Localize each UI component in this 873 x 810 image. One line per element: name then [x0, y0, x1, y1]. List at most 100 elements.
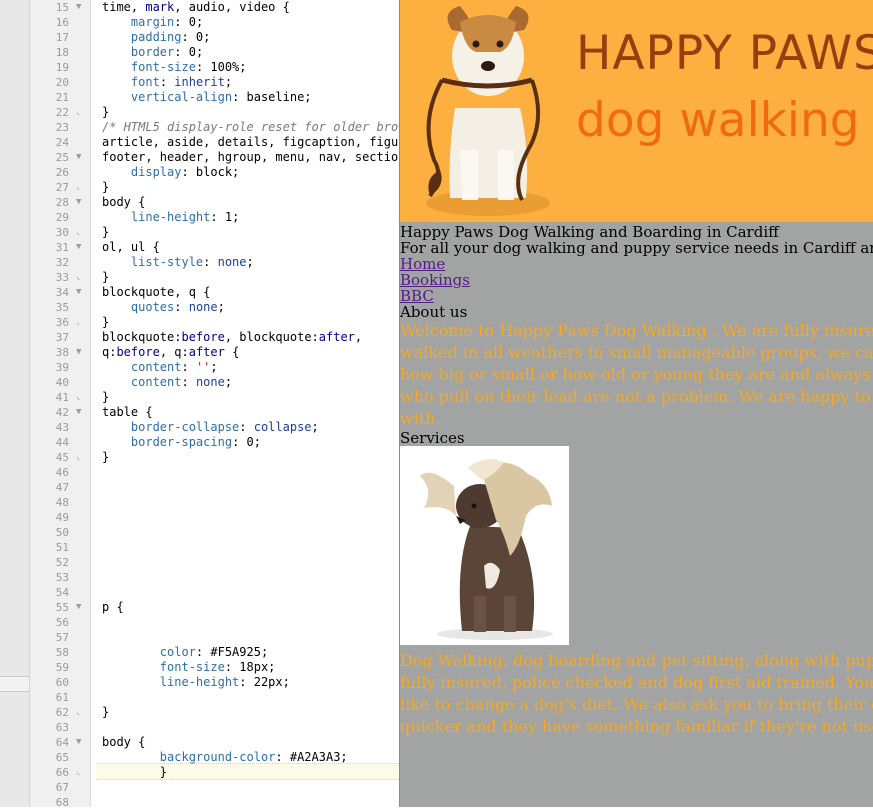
gutter-row: 66 ⌞ — [30, 765, 90, 780]
code-line[interactable]: body { — [102, 195, 145, 210]
code-token: : 18px; — [224, 660, 276, 674]
code-token: none — [188, 300, 218, 314]
code-token: , — [354, 330, 363, 344]
fold-arrow-icon[interactable]: ▼ — [76, 240, 81, 255]
code-token: : baseline; — [232, 90, 312, 104]
code-token: : #A2A3A3; — [275, 750, 348, 764]
code-line[interactable]: font-size: 18px; — [102, 660, 276, 675]
code-token: mark — [145, 0, 175, 14]
line-number: 64 — [55, 736, 69, 749]
code-line[interactable]: padding: 0; — [102, 30, 210, 45]
code-line[interactable]: line-height: 1; — [102, 210, 239, 225]
code-line[interactable]: } — [102, 180, 109, 195]
gutter-row: 58 — [30, 645, 90, 660]
code-token: : — [239, 420, 254, 434]
panel-splitter[interactable] — [0, 676, 29, 692]
code-token: : 100%; — [195, 60, 247, 74]
about-heading: About us — [400, 303, 468, 321]
fold-arrow-icon[interactable]: ▼ — [76, 735, 81, 750]
code-token: , blockquote: — [224, 330, 319, 344]
code-token: ; — [311, 420, 319, 434]
code-line[interactable]: line-height: 22px; — [102, 675, 290, 690]
code-line[interactable]: article, aside, details, figcaption, fig… — [102, 135, 398, 150]
code-token: } — [102, 105, 110, 119]
code-line[interactable]: } — [102, 315, 109, 330]
code-token: body { — [102, 735, 146, 749]
code-line[interactable]: border-collapse: collapse; — [102, 420, 319, 435]
gutter-row: 19 — [30, 60, 90, 75]
code-line[interactable]: quotes: none; — [102, 300, 225, 315]
fold-arrow-icon[interactable]: ▼ — [76, 285, 81, 300]
code-line[interactable]: blockquote, q { — [102, 285, 210, 300]
code-line[interactable]: list-style: none; — [102, 255, 254, 270]
code-line[interactable]: vertical-align: baseline; — [102, 90, 312, 105]
line-number: 44 — [55, 436, 69, 449]
gutter-row: 15 ▼ — [30, 0, 90, 15]
gutter-row: 39 — [30, 360, 90, 375]
code-line[interactable]: } — [102, 765, 167, 780]
line-number: 24 — [55, 136, 69, 149]
code-line[interactable]: margin: 0; — [102, 15, 203, 30]
fold-arrow-icon[interactable]: ▼ — [76, 195, 81, 210]
fold-arrow-icon[interactable]: ▼ — [76, 150, 81, 165]
code-line[interactable]: } — [102, 705, 109, 720]
code-line[interactable]: body { — [102, 735, 145, 750]
code-token: before — [116, 345, 160, 359]
fold-arrow-icon[interactable]: ▼ — [76, 345, 81, 360]
services-dog-image — [400, 446, 569, 645]
fold-arrow-icon[interactable]: ▼ — [76, 0, 81, 15]
services-paragraph-line: fully insured, police checked and dog fi… — [400, 673, 873, 692]
code-line[interactable]: } — [102, 390, 109, 405]
code-line[interactable]: time, mark, audio, video { — [102, 0, 290, 15]
code-line[interactable]: border-spacing: 0; — [102, 435, 261, 450]
gutter-row: 48 — [30, 495, 90, 510]
code-line[interactable]: p { — [102, 600, 124, 615]
line-number: 67 — [55, 781, 69, 794]
code-line[interactable]: } — [102, 450, 109, 465]
code-line[interactable]: q:before, q:after { — [102, 345, 239, 360]
code-token: } — [102, 705, 110, 719]
code-line[interactable]: border: 0; — [102, 45, 203, 60]
code-line[interactable]: display: block; — [102, 165, 239, 180]
code-line[interactable]: font-size: 100%; — [102, 60, 247, 75]
code-token: collapse — [253, 420, 312, 434]
fold-arrow-icon[interactable]: ▼ — [76, 405, 81, 420]
line-number: 38 — [55, 346, 69, 359]
code-line[interactable]: } — [102, 270, 109, 285]
code-line[interactable]: ol, ul { — [102, 240, 160, 255]
code-line[interactable]: footer, header, hgroup, menu, nav, secti… — [102, 150, 398, 165]
code-line[interactable]: background-color: #A2A3A3; — [102, 750, 348, 765]
code-token: border-collapse — [130, 420, 240, 434]
line-number-gutter: 15 ▼ 16 17 18 19 20 21 22 ⌞ 23 24 25 ▼ 26 27 ⌞ 28 ▼ 29 30 ⌞ 31… — [30, 0, 91, 809]
line-number: 25 — [55, 151, 69, 164]
code-token: font-size — [130, 60, 196, 74]
gutter-row: 27 ⌞ — [30, 180, 90, 195]
gutter-row: 17 — [30, 30, 90, 45]
gutter-row: 60 — [30, 675, 90, 690]
gutter-row: 36 ⌞ — [30, 315, 90, 330]
code-line[interactable]: } — [102, 225, 109, 240]
code-line[interactable]: content: ''; — [102, 360, 218, 375]
code-line[interactable]: } — [102, 105, 109, 120]
fold-end-icon: ⌞ — [76, 107, 82, 117]
code-line[interactable]: blockquote:before, blockquote:after, — [102, 330, 362, 345]
css-code-editor[interactable]: time, mark, audio, video { margin: 0; pa… — [91, 0, 399, 807]
code-line[interactable]: /* HTML5 display-role reset for older br… — [102, 120, 399, 135]
line-number: 49 — [55, 511, 69, 524]
code-line[interactable]: color: #F5A925; — [102, 645, 268, 660]
fold-arrow-icon[interactable]: ▼ — [76, 600, 81, 615]
code-line[interactable]: table { — [102, 405, 153, 420]
code-line[interactable]: content: none; — [102, 375, 232, 390]
fold-end-icon: ⌞ — [76, 182, 82, 192]
dog-with-leash-image — [426, 6, 550, 216]
code-token: , audio, video { — [174, 0, 290, 14]
code-line[interactable]: font: inherit; — [102, 75, 232, 90]
line-number: 50 — [55, 526, 69, 539]
code-token: : — [181, 360, 196, 374]
browser-preview: HAPPY PAWS dog walking Happy Paws Dog Wa… — [400, 0, 873, 807]
code-token: vertical-align — [130, 90, 233, 104]
